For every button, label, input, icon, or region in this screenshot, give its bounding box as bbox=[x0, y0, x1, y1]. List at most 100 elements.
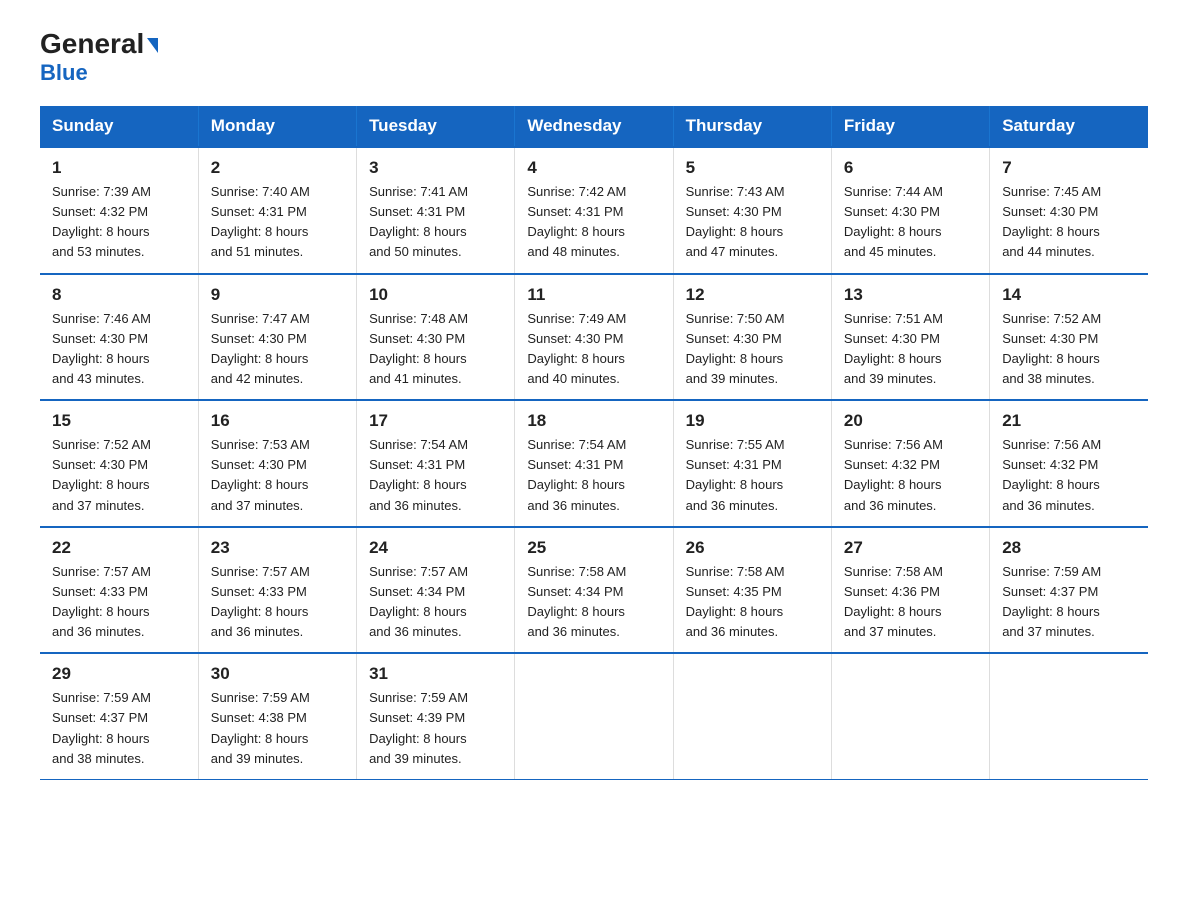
calendar-cell: 20 Sunrise: 7:56 AMSunset: 4:32 PMDayligh… bbox=[831, 400, 989, 527]
weekday-header-wednesday: Wednesday bbox=[515, 106, 673, 147]
day-number: 23 bbox=[211, 538, 344, 558]
calendar-cell: 6 Sunrise: 7:44 AMSunset: 4:30 PMDaylight… bbox=[831, 147, 989, 274]
calendar-cell: 31 Sunrise: 7:59 AMSunset: 4:39 PMDayligh… bbox=[357, 653, 515, 779]
day-number: 6 bbox=[844, 158, 977, 178]
calendar-cell: 15 Sunrise: 7:52 AMSunset: 4:30 PMDayligh… bbox=[40, 400, 198, 527]
day-number: 3 bbox=[369, 158, 502, 178]
calendar-cell: 12 Sunrise: 7:50 AMSunset: 4:30 PMDayligh… bbox=[673, 274, 831, 401]
calendar-cell: 7 Sunrise: 7:45 AMSunset: 4:30 PMDaylight… bbox=[990, 147, 1148, 274]
day-number: 1 bbox=[52, 158, 186, 178]
day-number: 27 bbox=[844, 538, 977, 558]
day-info: Sunrise: 7:54 AMSunset: 4:31 PMDaylight:… bbox=[369, 435, 502, 516]
day-number: 19 bbox=[686, 411, 819, 431]
day-info: Sunrise: 7:48 AMSunset: 4:30 PMDaylight:… bbox=[369, 309, 502, 390]
calendar-cell: 29Sunrise: 7:59 AMSunset: 4:37 PMDayligh… bbox=[40, 653, 198, 779]
calendar-cell: 11Sunrise: 7:49 AMSunset: 4:30 PMDayligh… bbox=[515, 274, 673, 401]
calendar-table: SundayMondayTuesdayWednesdayThursdayFrid… bbox=[40, 106, 1148, 780]
day-number: 14 bbox=[1002, 285, 1136, 305]
page-header: General Blue bbox=[40, 30, 1148, 86]
week-row-5: 29Sunrise: 7:59 AMSunset: 4:37 PMDayligh… bbox=[40, 653, 1148, 779]
day-info: Sunrise: 7:40 AMSunset: 4:31 PMDaylight:… bbox=[211, 182, 344, 263]
calendar-cell: 24 Sunrise: 7:57 AMSunset: 4:34 PMDayligh… bbox=[357, 527, 515, 654]
day-number: 31 bbox=[369, 664, 502, 684]
calendar-cell: 21 Sunrise: 7:56 AMSunset: 4:32 PMDayligh… bbox=[990, 400, 1148, 527]
day-number: 28 bbox=[1002, 538, 1136, 558]
day-number: 21 bbox=[1002, 411, 1136, 431]
day-number: 5 bbox=[686, 158, 819, 178]
calendar-cell: 14Sunrise: 7:52 AMSunset: 4:30 PMDayligh… bbox=[990, 274, 1148, 401]
calendar-cell bbox=[515, 653, 673, 779]
day-info: Sunrise: 7:46 AMSunset: 4:30 PMDaylight:… bbox=[52, 309, 186, 390]
day-number: 15 bbox=[52, 411, 186, 431]
calendar-cell: 26 Sunrise: 7:58 AMSunset: 4:35 PMDayligh… bbox=[673, 527, 831, 654]
day-info: Sunrise: 7:47 AMSunset: 4:30 PMDaylight:… bbox=[211, 309, 344, 390]
day-number: 2 bbox=[211, 158, 344, 178]
day-number: 7 bbox=[1002, 158, 1136, 178]
calendar-cell: 17 Sunrise: 7:54 AMSunset: 4:31 PMDayligh… bbox=[357, 400, 515, 527]
logo: General Blue bbox=[40, 30, 158, 86]
day-info: Sunrise: 7:59 AMSunset: 4:38 PMDaylight:… bbox=[211, 688, 344, 769]
day-number: 24 bbox=[369, 538, 502, 558]
weekday-header-row: SundayMondayTuesdayWednesdayThursdayFrid… bbox=[40, 106, 1148, 147]
day-number: 12 bbox=[686, 285, 819, 305]
day-info: Sunrise: 7:56 AMSunset: 4:32 PMDaylight:… bbox=[844, 435, 977, 516]
calendar-cell: 30 Sunrise: 7:59 AMSunset: 4:38 PMDayligh… bbox=[198, 653, 356, 779]
weekday-header-friday: Friday bbox=[831, 106, 989, 147]
day-number: 20 bbox=[844, 411, 977, 431]
day-number: 25 bbox=[527, 538, 660, 558]
calendar-cell: 4Sunrise: 7:42 AMSunset: 4:31 PMDaylight… bbox=[515, 147, 673, 274]
week-row-1: 1 Sunrise: 7:39 AMSunset: 4:32 PMDaylight… bbox=[40, 147, 1148, 274]
day-number: 17 bbox=[369, 411, 502, 431]
day-info: Sunrise: 7:56 AMSunset: 4:32 PMDaylight:… bbox=[1002, 435, 1136, 516]
day-info: Sunrise: 7:57 AMSunset: 4:34 PMDaylight:… bbox=[369, 562, 502, 643]
day-number: 18 bbox=[527, 411, 660, 431]
day-number: 22 bbox=[52, 538, 186, 558]
day-info: Sunrise: 7:43 AMSunset: 4:30 PMDaylight:… bbox=[686, 182, 819, 263]
logo-blue: Blue bbox=[40, 60, 88, 86]
day-number: 13 bbox=[844, 285, 977, 305]
day-info: Sunrise: 7:45 AMSunset: 4:30 PMDaylight:… bbox=[1002, 182, 1136, 263]
day-number: 29 bbox=[52, 664, 186, 684]
calendar-cell bbox=[990, 653, 1148, 779]
day-info: Sunrise: 7:58 AMSunset: 4:36 PMDaylight:… bbox=[844, 562, 977, 643]
day-info: Sunrise: 7:54 AMSunset: 4:31 PMDaylight:… bbox=[527, 435, 660, 516]
weekday-header-monday: Monday bbox=[198, 106, 356, 147]
week-row-3: 15 Sunrise: 7:52 AMSunset: 4:30 PMDayligh… bbox=[40, 400, 1148, 527]
day-info: Sunrise: 7:39 AMSunset: 4:32 PMDaylight:… bbox=[52, 182, 186, 263]
weekday-header-saturday: Saturday bbox=[990, 106, 1148, 147]
day-info: Sunrise: 7:52 AMSunset: 4:30 PMDaylight:… bbox=[52, 435, 186, 516]
week-row-4: 22 Sunrise: 7:57 AMSunset: 4:33 PMDayligh… bbox=[40, 527, 1148, 654]
day-info: Sunrise: 7:58 AMSunset: 4:34 PMDaylight:… bbox=[527, 562, 660, 643]
day-number: 10 bbox=[369, 285, 502, 305]
week-row-2: 8 Sunrise: 7:46 AMSunset: 4:30 PMDaylight… bbox=[40, 274, 1148, 401]
day-info: Sunrise: 7:59 AMSunset: 4:39 PMDaylight:… bbox=[369, 688, 502, 769]
calendar-cell: 16 Sunrise: 7:53 AMSunset: 4:30 PMDayligh… bbox=[198, 400, 356, 527]
calendar-cell: 2 Sunrise: 7:40 AMSunset: 4:31 PMDaylight… bbox=[198, 147, 356, 274]
calendar-cell: 19Sunrise: 7:55 AMSunset: 4:31 PMDayligh… bbox=[673, 400, 831, 527]
calendar-cell: 8 Sunrise: 7:46 AMSunset: 4:30 PMDaylight… bbox=[40, 274, 198, 401]
calendar-cell: 18 Sunrise: 7:54 AMSunset: 4:31 PMDayligh… bbox=[515, 400, 673, 527]
day-info: Sunrise: 7:58 AMSunset: 4:35 PMDaylight:… bbox=[686, 562, 819, 643]
day-info: Sunrise: 7:57 AMSunset: 4:33 PMDaylight:… bbox=[52, 562, 186, 643]
calendar-cell: 1 Sunrise: 7:39 AMSunset: 4:32 PMDaylight… bbox=[40, 147, 198, 274]
day-number: 30 bbox=[211, 664, 344, 684]
calendar-cell bbox=[673, 653, 831, 779]
day-number: 26 bbox=[686, 538, 819, 558]
logo-general: General bbox=[40, 30, 158, 58]
day-info: Sunrise: 7:42 AMSunset: 4:31 PMDaylight:… bbox=[527, 182, 660, 263]
day-info: Sunrise: 7:51 AMSunset: 4:30 PMDaylight:… bbox=[844, 309, 977, 390]
day-info: Sunrise: 7:49 AMSunset: 4:30 PMDaylight:… bbox=[527, 309, 660, 390]
day-number: 8 bbox=[52, 285, 186, 305]
day-info: Sunrise: 7:44 AMSunset: 4:30 PMDaylight:… bbox=[844, 182, 977, 263]
calendar-cell: 27 Sunrise: 7:58 AMSunset: 4:36 PMDayligh… bbox=[831, 527, 989, 654]
day-info: Sunrise: 7:41 AMSunset: 4:31 PMDaylight:… bbox=[369, 182, 502, 263]
day-number: 16 bbox=[211, 411, 344, 431]
day-info: Sunrise: 7:53 AMSunset: 4:30 PMDaylight:… bbox=[211, 435, 344, 516]
calendar-cell: 25 Sunrise: 7:58 AMSunset: 4:34 PMDayligh… bbox=[515, 527, 673, 654]
calendar-cell bbox=[831, 653, 989, 779]
calendar-cell: 9Sunrise: 7:47 AMSunset: 4:30 PMDaylight… bbox=[198, 274, 356, 401]
day-info: Sunrise: 7:50 AMSunset: 4:30 PMDaylight:… bbox=[686, 309, 819, 390]
calendar-cell: 28Sunrise: 7:59 AMSunset: 4:37 PMDayligh… bbox=[990, 527, 1148, 654]
weekday-header-thursday: Thursday bbox=[673, 106, 831, 147]
weekday-header-sunday: Sunday bbox=[40, 106, 198, 147]
